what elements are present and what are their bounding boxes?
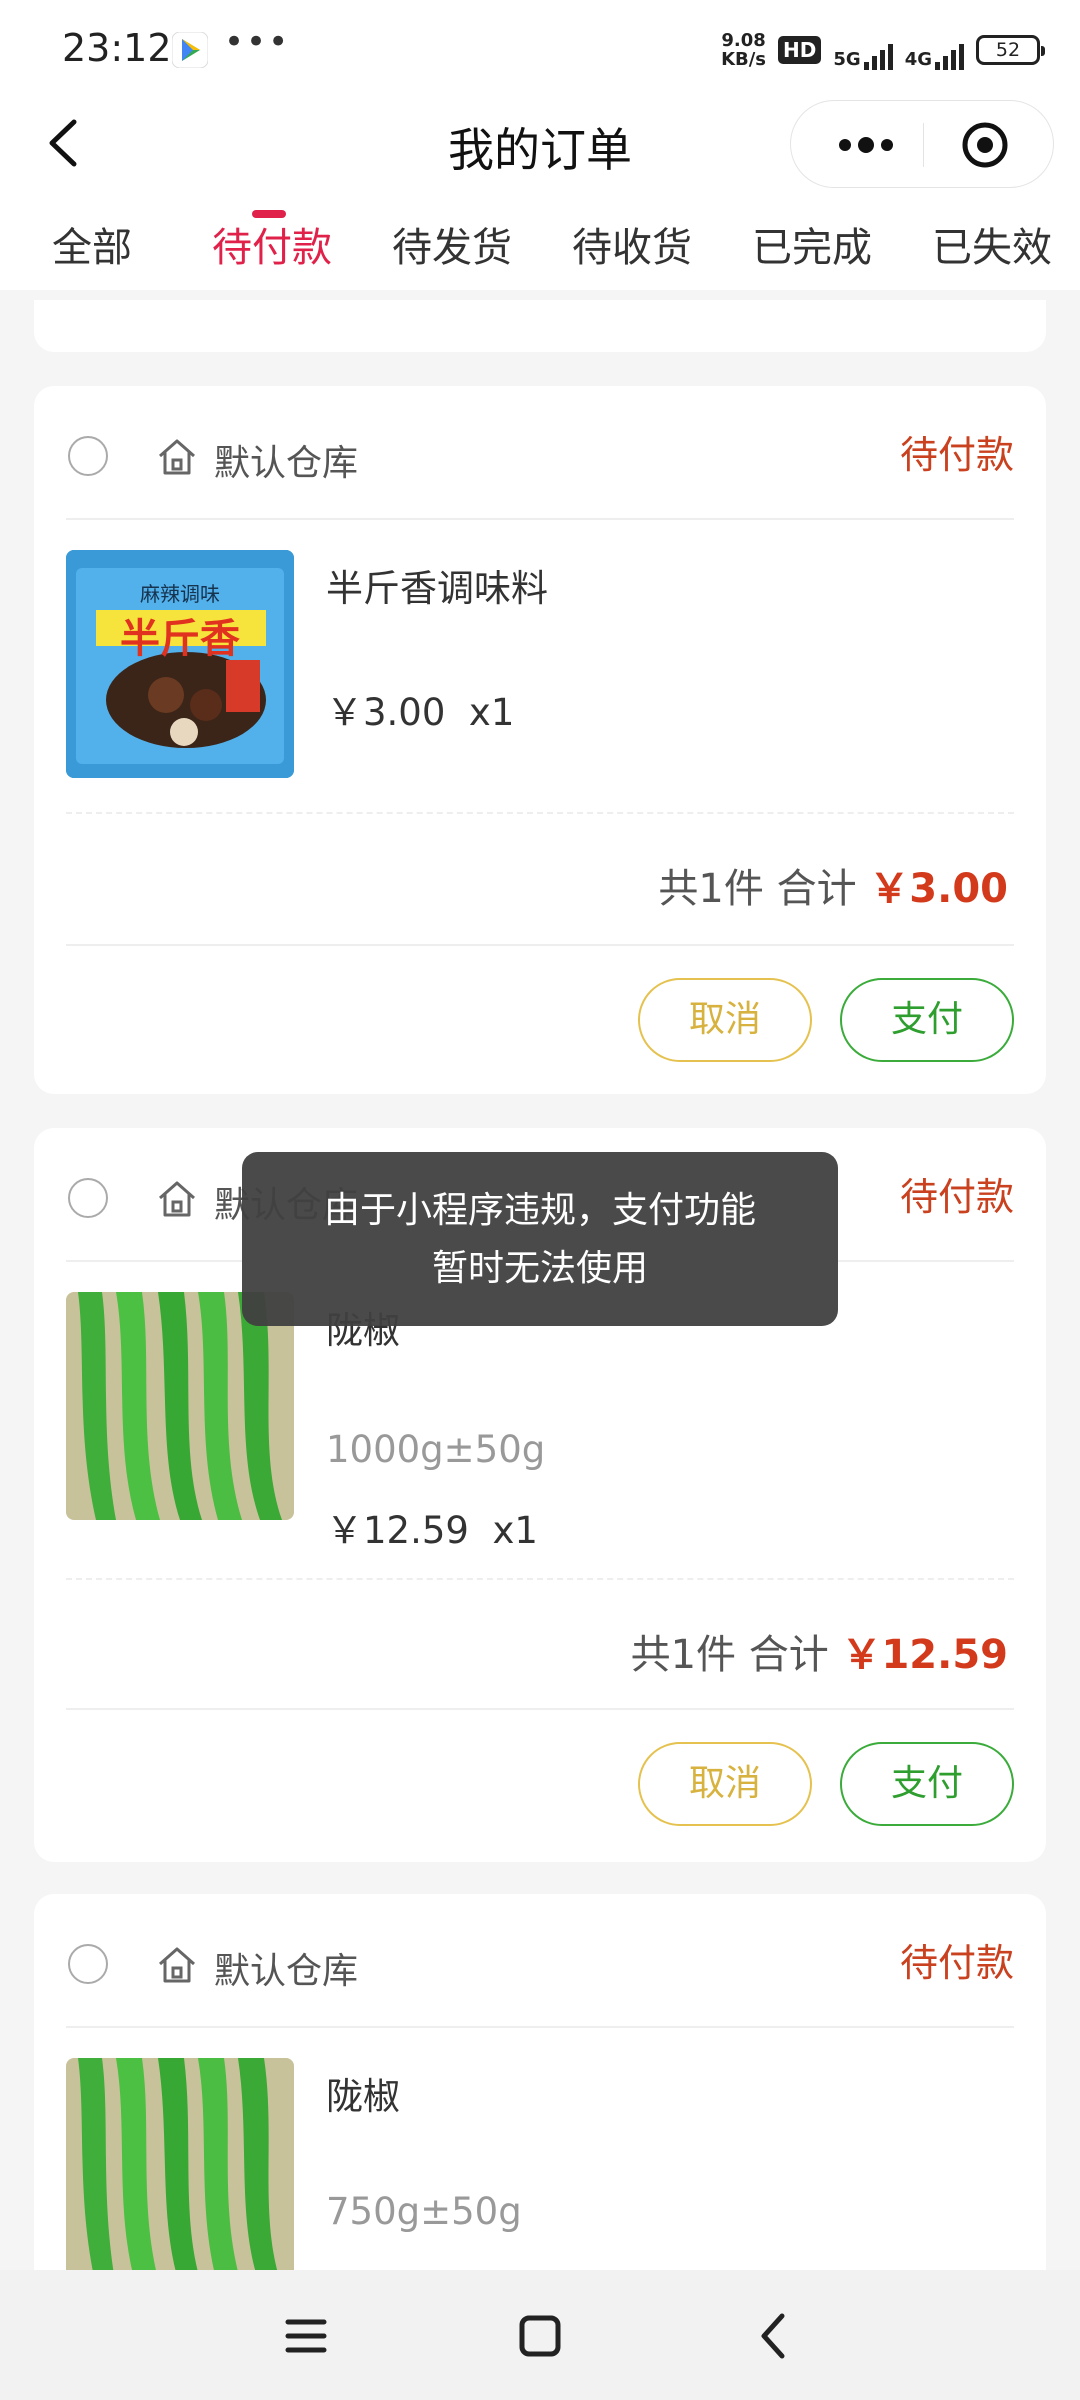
divider — [66, 1708, 1014, 1710]
select-checkbox[interactable] — [68, 1178, 108, 1218]
back-icon[interactable] — [748, 2310, 800, 2362]
order-summary: 共1件 合计 ￥3.00 — [658, 856, 1008, 914]
pay-button[interactable]: 支付 — [840, 978, 1014, 1062]
net-speed: 9.08 KB/s — [721, 31, 766, 69]
divider — [66, 2026, 1014, 2028]
tab-expired[interactable]: 已失效 — [932, 215, 1052, 273]
warehouse-name: 默认仓库 — [214, 1951, 359, 1992]
product-spec: 750g±50g — [326, 2190, 522, 2233]
cancel-button[interactable]: 取消 — [638, 978, 812, 1062]
battery-icon: 52 — [976, 35, 1045, 65]
warehouse-name: 默认仓库 — [214, 443, 359, 484]
product-name[interactable]: 半斤香调味料 — [326, 558, 548, 612]
hd-badge: HD — [778, 36, 822, 64]
more-icon[interactable] — [831, 123, 901, 167]
status-right: 9.08 KB/s HD 5G 4G 52 — [721, 28, 1045, 72]
product-price: ￥12.59 x1 — [326, 1500, 538, 1554]
total-label: 合计 — [776, 866, 857, 912]
product-price: ￥3.00 x1 — [326, 682, 514, 736]
pay-button[interactable]: 支付 — [840, 1742, 1014, 1826]
cancel-button[interactable]: 取消 — [638, 1742, 812, 1826]
product-name[interactable]: 陇椒 — [326, 2066, 400, 2120]
order-status: 待付款 — [899, 433, 1014, 477]
select-checkbox[interactable] — [68, 436, 108, 476]
green-pepper-image — [66, 1292, 294, 1520]
menu-icon[interactable] — [280, 2310, 332, 2362]
status-time: 23:12 — [62, 26, 172, 70]
divider — [66, 518, 1014, 520]
tab-all[interactable]: 全部 — [52, 215, 132, 273]
network-label-4g: 4G — [904, 49, 932, 70]
price-value: ￥12.59 — [326, 1509, 469, 1552]
net-speed-unit: KB/s — [721, 49, 767, 70]
system-nav-bar — [0, 2270, 1080, 2400]
total-label: 合计 — [748, 1632, 829, 1678]
quantity: x1 — [492, 1509, 538, 1552]
total-amount: ￥3.00 — [869, 866, 1008, 912]
order-summary: 共1件 合计 ￥12.59 — [631, 1622, 1008, 1680]
signal-4g-icon: 4G — [905, 30, 964, 70]
payment-disabled-toast: 由于小程序违规，支付功能 暂时无法使用 — [242, 1152, 838, 1326]
more-notifications-icon: ••• — [224, 22, 291, 62]
play-store-icon — [172, 32, 208, 68]
total-amount: ￥12.59 — [841, 1632, 1008, 1678]
warehouse-icon — [159, 439, 195, 475]
order-status: 待付款 — [899, 1941, 1014, 1985]
toast-line-1: 由于小程序违规，支付功能 — [323, 1190, 756, 1231]
tab-pending-receipt[interactable]: 待收货 — [572, 215, 692, 273]
active-tab-indicator — [252, 210, 286, 218]
green-pepper-image — [66, 2058, 294, 2286]
select-checkbox[interactable] — [68, 1944, 108, 1984]
close-miniprogram-icon[interactable] — [961, 121, 1009, 169]
product-image[interactable] — [66, 2058, 294, 2286]
product-image[interactable] — [66, 1292, 294, 1520]
home-icon[interactable] — [514, 2310, 566, 2362]
order-tabs: 全部 待付款 待发货 待收货 已完成 已失效 — [0, 205, 1080, 280]
price-value: ￥3.00 — [326, 691, 446, 734]
status-bar: 23:12 ••• 9.08 KB/s HD 5G 4G 52 — [0, 0, 1080, 100]
divider — [66, 944, 1014, 946]
item-count: 共1件 — [630, 1632, 737, 1678]
order-card: 默认仓库 待付款 陇椒 750g±50g — [34, 1894, 1046, 2314]
package-label-top: 麻辣调味 — [140, 582, 220, 606]
order-card-partial — [34, 300, 1046, 352]
tab-pending-payment[interactable]: 待付款 — [212, 215, 332, 273]
warehouse-icon — [159, 1181, 195, 1217]
dashed-divider — [66, 812, 1014, 814]
order-card: 默认仓库 待付款 麻辣调味 半斤香 半斤香调味料 ￥3.00 x1 共1件 合计… — [34, 386, 1046, 1094]
tab-completed[interactable]: 已完成 — [752, 215, 872, 273]
package-label-main: 半斤香 — [120, 616, 240, 662]
nav-bar: 我的订单 全部 待付款 待发货 待收货 已完成 已失效 — [0, 100, 1080, 290]
net-speed-value: 9.08 — [721, 30, 766, 51]
item-count: 共1件 — [658, 866, 764, 912]
quantity: x1 — [468, 691, 515, 734]
product-image[interactable]: 麻辣调味 半斤香 — [66, 550, 294, 778]
product-spec: 1000g±50g — [326, 1428, 546, 1471]
signal-5g-icon: 5G — [833, 30, 893, 70]
tab-pending-shipment[interactable]: 待发货 — [392, 215, 512, 273]
dashed-divider — [66, 1578, 1014, 1580]
network-label-5g: 5G — [833, 49, 861, 70]
toast-line-2: 暂时无法使用 — [431, 1248, 648, 1289]
warehouse-icon — [159, 1947, 195, 1983]
capsule-divider — [923, 123, 924, 167]
order-status: 待付款 — [899, 1175, 1014, 1219]
miniprogram-capsule — [790, 100, 1054, 188]
